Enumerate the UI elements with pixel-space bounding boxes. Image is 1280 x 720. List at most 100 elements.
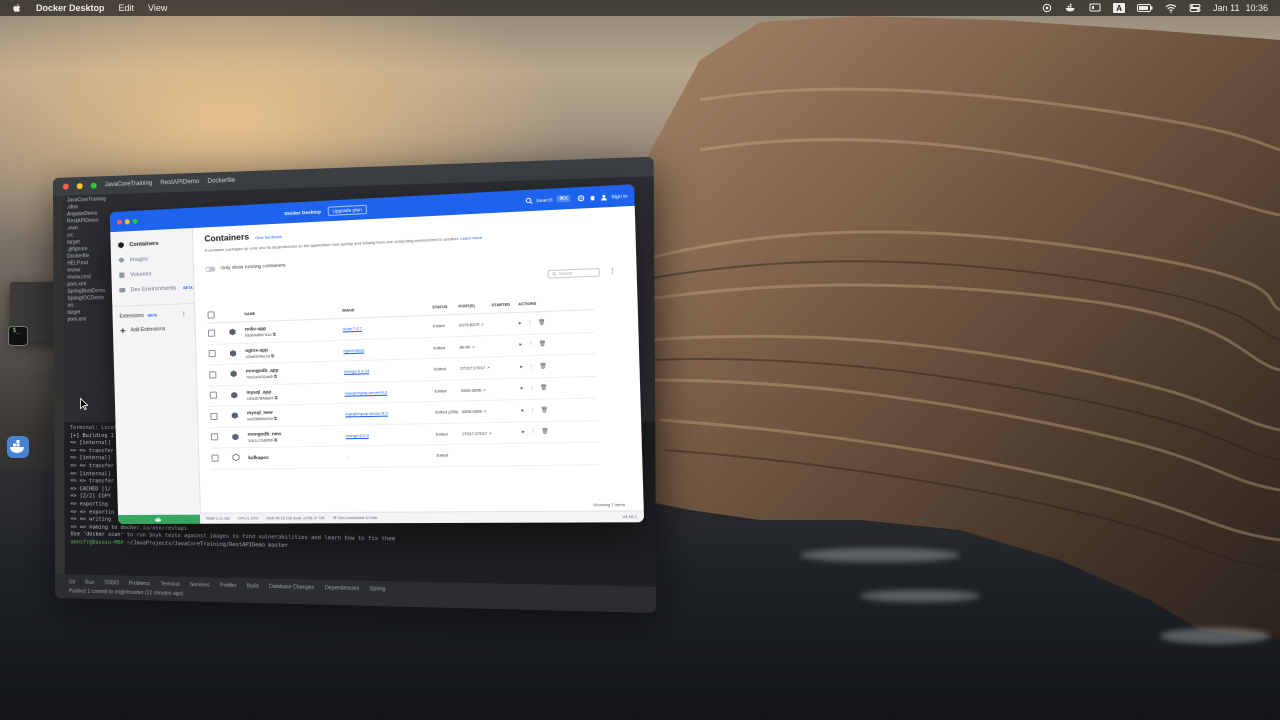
menu-view[interactable]: View: [148, 3, 167, 13]
external-link-icon[interactable]: ↗: [472, 345, 475, 349]
tool-window-tab[interactable]: Build: [247, 583, 259, 589]
app-name-menu[interactable]: Docker Desktop: [36, 3, 105, 13]
container-ports[interactable]: 6379:6379: [459, 322, 479, 328]
external-link-icon[interactable]: ↗: [483, 410, 486, 414]
menubar-date[interactable]: Jan 11: [1213, 3, 1239, 13]
battery-icon[interactable]: [1137, 3, 1153, 13]
give-feedback-link[interactable]: Give feedback: [255, 234, 282, 240]
delete-icon[interactable]: 🗑: [542, 429, 555, 436]
copy-icon[interactable]: ⧉: [274, 395, 277, 400]
row-checkbox[interactable]: [211, 433, 218, 440]
table-options-kebab-icon[interactable]: ⋮: [609, 267, 616, 275]
tool-window-tab[interactable]: Terminal: [160, 581, 179, 588]
user-avatar-icon[interactable]: [600, 193, 608, 201]
zoom-icon[interactable]: [133, 218, 138, 223]
col-ports[interactable]: PORT(S): [457, 298, 490, 315]
container-search-input[interactable]: Search: [548, 268, 600, 279]
copy-icon[interactable]: ⧉: [271, 353, 274, 358]
upgrade-plan-button[interactable]: Upgrade plan: [327, 204, 367, 215]
tool-window-tab[interactable]: TODO: [104, 580, 118, 586]
container-name[interactable]: kafkapoc: [248, 454, 344, 460]
copy-icon[interactable]: ⧉: [274, 437, 277, 442]
docker-desktop-window[interactable]: Docker Desktop Upgrade plan Search ⌘K Si…: [110, 184, 644, 524]
docker-whale-icon[interactable]: [1065, 3, 1077, 13]
settings-gear-icon[interactable]: [577, 194, 585, 202]
delete-icon[interactable]: 🗑: [541, 407, 554, 414]
sign-in-button[interactable]: Sign in: [611, 193, 627, 199]
sidebar-item-dev-environments[interactable]: Dev Environments BETA: [112, 280, 194, 298]
search-icon[interactable]: [525, 197, 533, 205]
hub-status[interactable]: Not connected to Hub: [333, 516, 377, 520]
add-extensions-button[interactable]: Add Extensions: [113, 321, 195, 338]
tool-window-tab[interactable]: Profiler: [220, 582, 236, 589]
wifi-icon[interactable]: [1165, 3, 1177, 13]
start-icon[interactable]: ▸: [522, 429, 531, 436]
ide-project-name[interactable]: JavaCoreTraining: [105, 181, 153, 189]
close-icon[interactable]: [63, 183, 69, 189]
container-ports[interactable]: 3306:3306: [461, 409, 481, 415]
delete-icon[interactable]: 🗑: [540, 363, 553, 370]
bug-icon[interactable]: [588, 193, 596, 201]
external-link-icon[interactable]: ↗: [482, 388, 485, 392]
copy-icon[interactable]: ⧉: [274, 416, 277, 421]
more-actions-kebab-icon[interactable]: ⋮: [529, 385, 540, 392]
engine-status-bar[interactable]: [118, 515, 200, 524]
container-image-link[interactable]: mongo:6.0.14: [344, 368, 369, 374]
select-all-checkbox[interactable]: [207, 311, 214, 318]
external-link-icon[interactable]: ↗: [487, 366, 490, 370]
tool-window-tab[interactable]: Services: [190, 582, 210, 589]
tool-window-tab[interactable]: Run: [85, 579, 94, 585]
running-only-toggle[interactable]: [205, 267, 215, 273]
row-checkbox[interactable]: [209, 371, 216, 378]
docker-app-icon[interactable]: [7, 436, 29, 458]
row-checkbox[interactable]: [208, 329, 215, 336]
ide-breadcrumb[interactable]: RestAPIDemo: [160, 179, 199, 186]
control-center-icon[interactable]: [1189, 3, 1201, 13]
delete-icon[interactable]: 🗑: [540, 385, 553, 392]
container-image-link[interactable]: redis:7.0.7: [343, 326, 362, 332]
close-icon[interactable]: [117, 219, 122, 224]
more-actions-kebab-icon[interactable]: ⋮: [530, 429, 541, 436]
col-status[interactable]: STATUS: [431, 299, 458, 315]
external-link-icon[interactable]: ↗: [481, 323, 484, 327]
container-ports[interactable]: 3306:3306: [461, 387, 481, 393]
screen-mirroring-icon[interactable]: [1089, 3, 1101, 13]
start-icon[interactable]: ▸: [521, 407, 530, 414]
delete-icon[interactable]: 🗑: [539, 341, 552, 348]
container-ports[interactable]: 27017:27017: [462, 430, 487, 436]
tool-window-tab[interactable]: Spring: [370, 585, 386, 592]
minimize-icon[interactable]: [77, 183, 83, 189]
container-image-link[interactable]: nginx:latest: [343, 347, 364, 353]
terminal-tab-local[interactable]: Local: [101, 425, 117, 431]
external-link-icon[interactable]: ↗: [488, 431, 491, 435]
row-checkbox[interactable]: [211, 454, 218, 461]
start-icon[interactable]: ▸: [521, 385, 530, 392]
ide-file-name[interactable]: Dockerfile: [208, 178, 236, 185]
start-icon[interactable]: ▸: [519, 320, 528, 327]
menubar-time[interactable]: 10:36: [1245, 3, 1268, 13]
container-image-link[interactable]: mongo:6.0.3: [346, 432, 369, 438]
minimize-icon[interactable]: [125, 219, 130, 224]
row-checkbox[interactable]: [209, 350, 216, 357]
tool-window-tab[interactable]: Dependencies: [325, 584, 359, 591]
col-started[interactable]: STARTED: [490, 297, 517, 313]
row-checkbox[interactable]: [210, 413, 217, 420]
delete-icon[interactable]: 🗑: [538, 319, 551, 326]
container-id[interactable]: e82286f4d090 ⧉: [247, 415, 343, 422]
container-image-link[interactable]: mysql/mysql-server:8.0: [344, 389, 387, 395]
more-actions-kebab-icon[interactable]: ⋮: [527, 319, 538, 326]
container-image-link[interactable]: mysql/mysql-server:8.0: [345, 411, 388, 417]
copy-icon[interactable]: ⧉: [273, 332, 276, 337]
more-actions-kebab-icon[interactable]: ⋮: [530, 407, 541, 414]
zoom-icon[interactable]: [91, 183, 97, 189]
container-ports[interactable]: 27017:27017: [460, 365, 485, 371]
tool-window-tab[interactable]: Database Changes: [269, 583, 314, 590]
openai-icon[interactable]: [1041, 3, 1053, 13]
extensions-menu-kebab-icon[interactable]: ⋮: [181, 311, 186, 317]
start-icon[interactable]: ▸: [520, 363, 529, 370]
apple-menu-icon[interactable]: [12, 3, 22, 14]
running-filter[interactable]: Only show running containers: [205, 249, 622, 272]
more-actions-kebab-icon[interactable]: ⋮: [528, 363, 539, 370]
copy-icon[interactable]: ⧉: [274, 374, 277, 379]
container-id[interactable]: 195d57848624 ⧉: [247, 393, 343, 400]
